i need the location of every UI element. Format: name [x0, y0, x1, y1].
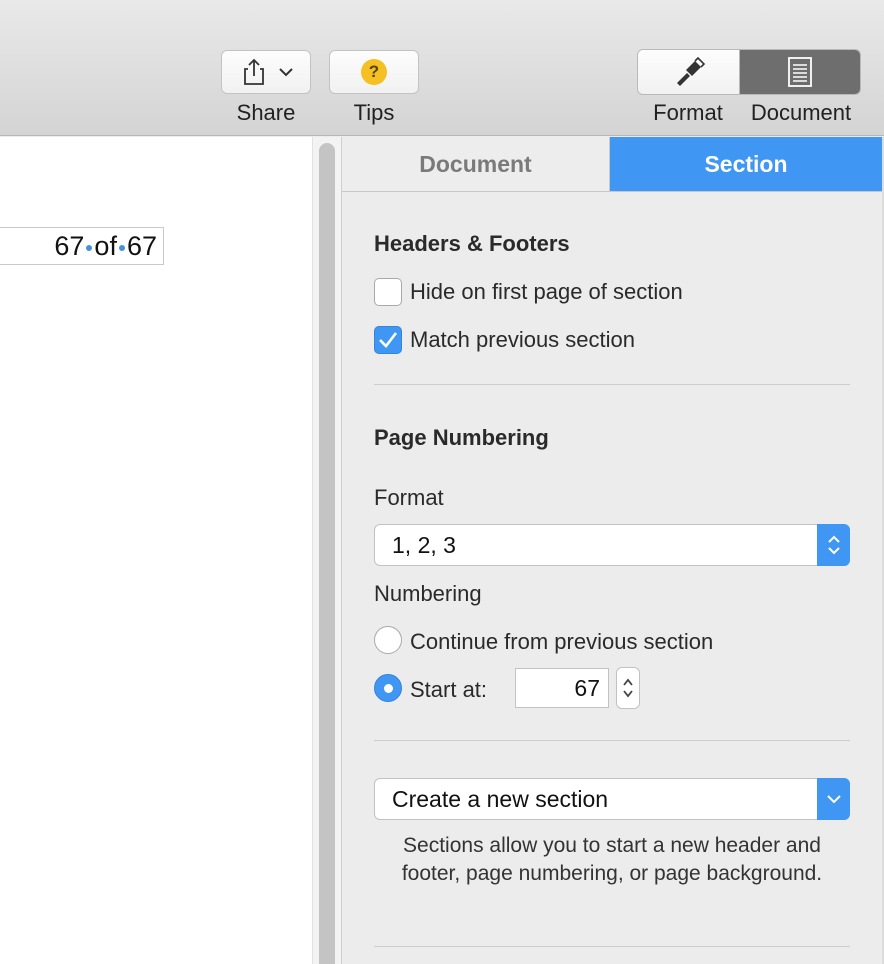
match-previous-label[interactable]: Match previous section — [410, 327, 635, 353]
start-at-input[interactable]: 67 — [515, 668, 609, 708]
chevron-down-icon — [279, 67, 293, 77]
radio-dot — [383, 683, 393, 693]
tips-label: Tips — [353, 100, 395, 125]
checkmark-icon — [378, 331, 398, 349]
headers-footers-heading: Headers & Footers — [374, 231, 570, 256]
continue-from-previous-label[interactable]: Continue from previous section — [410, 629, 713, 655]
start-at-radio[interactable] — [374, 674, 402, 702]
section-action-popup[interactable]: Create a new section — [374, 778, 850, 820]
toolbar: t Share ? Tips — [0, 0, 884, 136]
section-description: Sections allow you to start a new header… — [401, 834, 823, 885]
share-icon — [239, 57, 269, 87]
tips-icon: ? — [361, 59, 387, 85]
section-action-value: Create a new section — [392, 786, 609, 812]
format-label: Format — [653, 100, 723, 125]
divider — [374, 946, 850, 947]
page-number-field[interactable]: 67 of 67 — [0, 227, 164, 265]
format-button[interactable] — [638, 50, 740, 94]
share-button[interactable] — [221, 50, 311, 94]
page-total: 67 — [126, 231, 157, 261]
paintbrush-icon — [673, 57, 705, 87]
tab-section[interactable]: Section — [610, 137, 882, 191]
document-button[interactable] — [740, 50, 860, 94]
numbering-label: Numbering — [374, 581, 482, 606]
number-format-popup[interactable]: 1, 2, 3 — [374, 524, 850, 566]
match-previous-checkbox[interactable] — [374, 326, 402, 354]
tips-button[interactable]: ? — [329, 50, 419, 94]
start-at-label[interactable]: Start at: — [410, 677, 487, 703]
page-numbering-heading: Page Numbering — [374, 425, 549, 450]
inspector-segmented-control — [637, 49, 861, 95]
document-label: Document — [750, 100, 852, 125]
start-at-stepper[interactable] — [616, 667, 640, 709]
inspector-panel: Document Section Headers & Footers Hide … — [342, 137, 884, 964]
divider — [374, 740, 850, 741]
hide-first-page-checkbox[interactable] — [374, 278, 402, 306]
updown-chevron-icon — [817, 524, 850, 566]
hide-first-page-label[interactable]: Hide on first page of section — [410, 279, 683, 305]
space-marker — [86, 244, 93, 251]
vertical-scrollbar[interactable] — [312, 137, 342, 964]
scrollbar-thumb[interactable] — [319, 143, 335, 964]
divider — [374, 384, 850, 385]
space-marker — [118, 244, 125, 251]
document-canvas[interactable]: 67 of 67 — [0, 137, 312, 964]
chevron-down-icon — [817, 778, 850, 820]
stepper-arrows-icon — [622, 675, 634, 701]
inspector-tabs: Document Section — [342, 137, 882, 192]
continue-from-previous-radio[interactable] — [374, 626, 402, 654]
number-format-value: 1, 2, 3 — [392, 532, 456, 558]
share-label: Share — [236, 100, 296, 125]
format-field-label: Format — [374, 485, 444, 510]
page-current: 67 — [54, 231, 85, 261]
document-icon — [787, 57, 813, 87]
tab-document[interactable]: Document — [342, 137, 610, 191]
page-of: of — [94, 231, 117, 261]
